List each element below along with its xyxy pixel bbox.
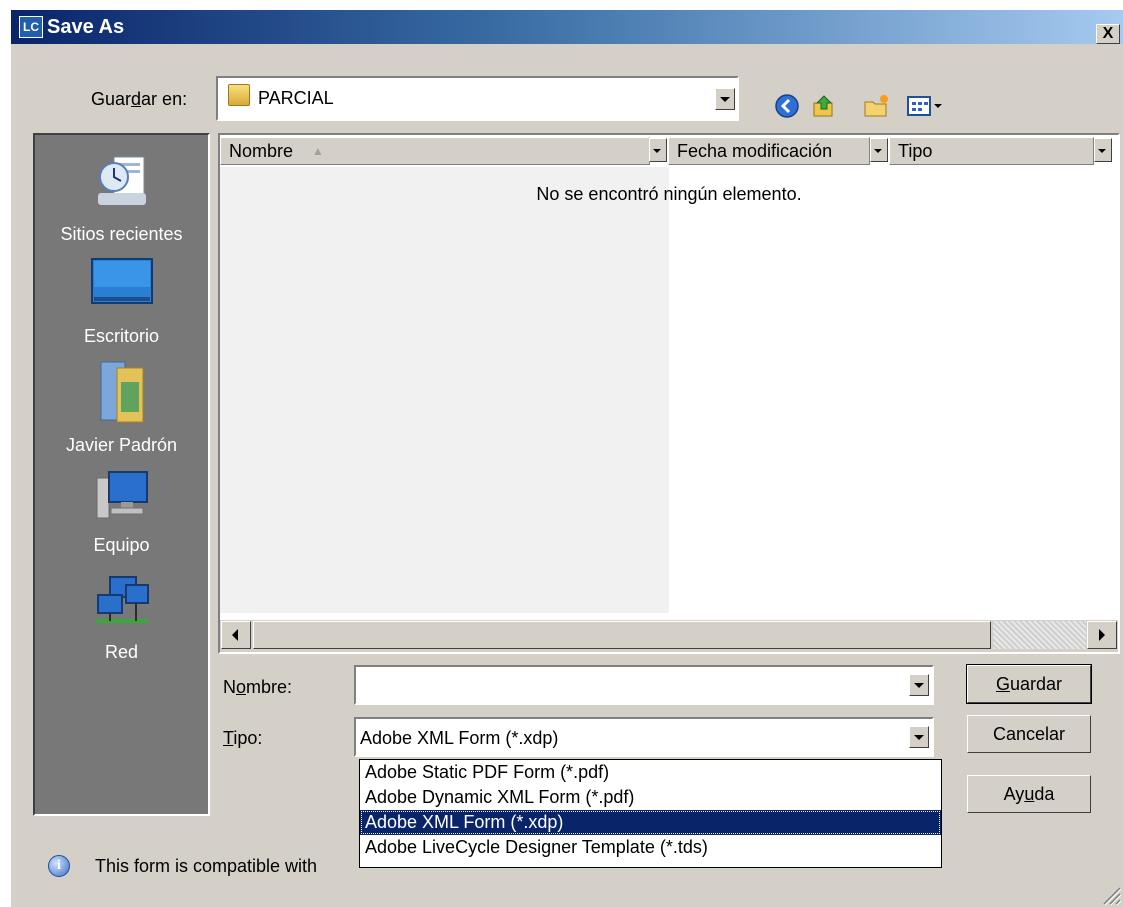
up-folder-icon[interactable] (811, 93, 837, 119)
filetype-value: Adobe XML Form (*.xdp) (360, 728, 559, 748)
column-type-filter-button[interactable] (1094, 138, 1112, 162)
filename-combo[interactable] (354, 665, 934, 705)
filetype-dropdown-button[interactable] (909, 726, 929, 748)
recent-places-icon (97, 156, 146, 205)
new-folder-icon[interactable] (863, 93, 889, 119)
filetype-label: Tipo: (223, 728, 263, 748)
cancel-button[interactable]: Cancelar (967, 715, 1091, 753)
network-icon (95, 576, 149, 623)
filetype-dropdown-list[interactable]: Adobe Static PDF Form (*.pdf) Adobe Dyna… (359, 759, 942, 868)
sort-ascending-icon: ▲ (312, 144, 324, 158)
scroll-left-arrow-icon (232, 629, 238, 641)
column-name-filter-button[interactable] (649, 138, 667, 162)
save-in-dropdown-button[interactable] (715, 88, 735, 110)
livecycle-app-icon: LC (19, 16, 43, 38)
place-user[interactable]: Javier Padrón (35, 360, 208, 456)
close-button[interactable]: X (1096, 24, 1120, 44)
scroll-track[interactable] (993, 621, 1086, 649)
column-header-date[interactable]: Fecha modificación (668, 137, 870, 165)
save-in-label: Guardar en: (91, 89, 188, 109)
scroll-thumb[interactable] (253, 621, 991, 649)
resize-grip-icon[interactable] (1098, 882, 1122, 906)
filetype-option-selected[interactable]: Adobe XML Form (*.xdp) (360, 810, 941, 835)
folder-icon (228, 84, 250, 106)
back-icon[interactable] (774, 93, 800, 119)
empty-list-message: No se encontró ningún elemento. (536, 184, 802, 204)
filetype-option[interactable]: Adobe LiveCycle Designer Template (*.tds… (360, 835, 941, 860)
column-date-filter-button[interactable] (870, 138, 888, 162)
save-in-combo[interactable]: PARCIAL (216, 76, 739, 121)
filetype-combo[interactable]: Adobe XML Form (*.xdp) (354, 717, 934, 757)
sorted-column-shading (220, 167, 669, 613)
filename-dropdown-button[interactable] (909, 674, 929, 696)
info-icon: i (48, 855, 70, 877)
user-folder-icon (100, 361, 143, 423)
place-label: Red (104, 642, 139, 662)
place-network[interactable]: Red (35, 575, 208, 663)
compatibility-message: This form is compatible with (95, 856, 318, 876)
place-desktop[interactable]: Escritorio (35, 257, 208, 347)
column-header-name[interactable]: Nombre ▲ (220, 137, 650, 165)
place-computer[interactable]: Equipo (35, 468, 208, 556)
place-label: Equipo (93, 535, 150, 555)
scroll-right-button[interactable] (1087, 621, 1117, 649)
places-bar: Sitios recientes Escritorio Javier Padró… (33, 133, 210, 816)
scroll-right-arrow-icon (1099, 629, 1105, 641)
scroll-left-button[interactable] (221, 621, 251, 649)
file-list[interactable]: Nombre ▲ Fecha modificación Tipo No se e… (218, 133, 1120, 654)
desktop-icon (90, 258, 153, 304)
help-button[interactable]: Ayuda (967, 775, 1091, 813)
place-label: Escritorio (83, 326, 159, 346)
place-recent[interactable]: Sitios recientes (35, 151, 208, 245)
filetype-option[interactable]: Adobe Static PDF Form (*.pdf) (360, 760, 941, 785)
filetype-option[interactable]: Adobe Dynamic XML Form (*.pdf) (360, 785, 941, 810)
column-header-type[interactable]: Tipo (889, 137, 1094, 165)
computer-icon (96, 471, 148, 519)
save-in-value: PARCIAL (258, 88, 334, 108)
save-as-dialog: LC Save As X Guardar en: PARCIAL Sitios … (10, 9, 1123, 907)
horizontal-scrollbar[interactable] (220, 620, 1118, 652)
filename-input[interactable] (360, 672, 884, 698)
save-button[interactable]: Guardar (966, 664, 1092, 704)
title-bar[interactable]: LC Save As X (11, 10, 1123, 44)
views-menu-icon[interactable] (906, 93, 946, 119)
dialog-title: Save As (47, 16, 125, 38)
place-label: Javier Padrón (65, 435, 178, 455)
place-label: Sitios recientes (60, 224, 183, 244)
filename-label: Nombre: (223, 677, 293, 697)
